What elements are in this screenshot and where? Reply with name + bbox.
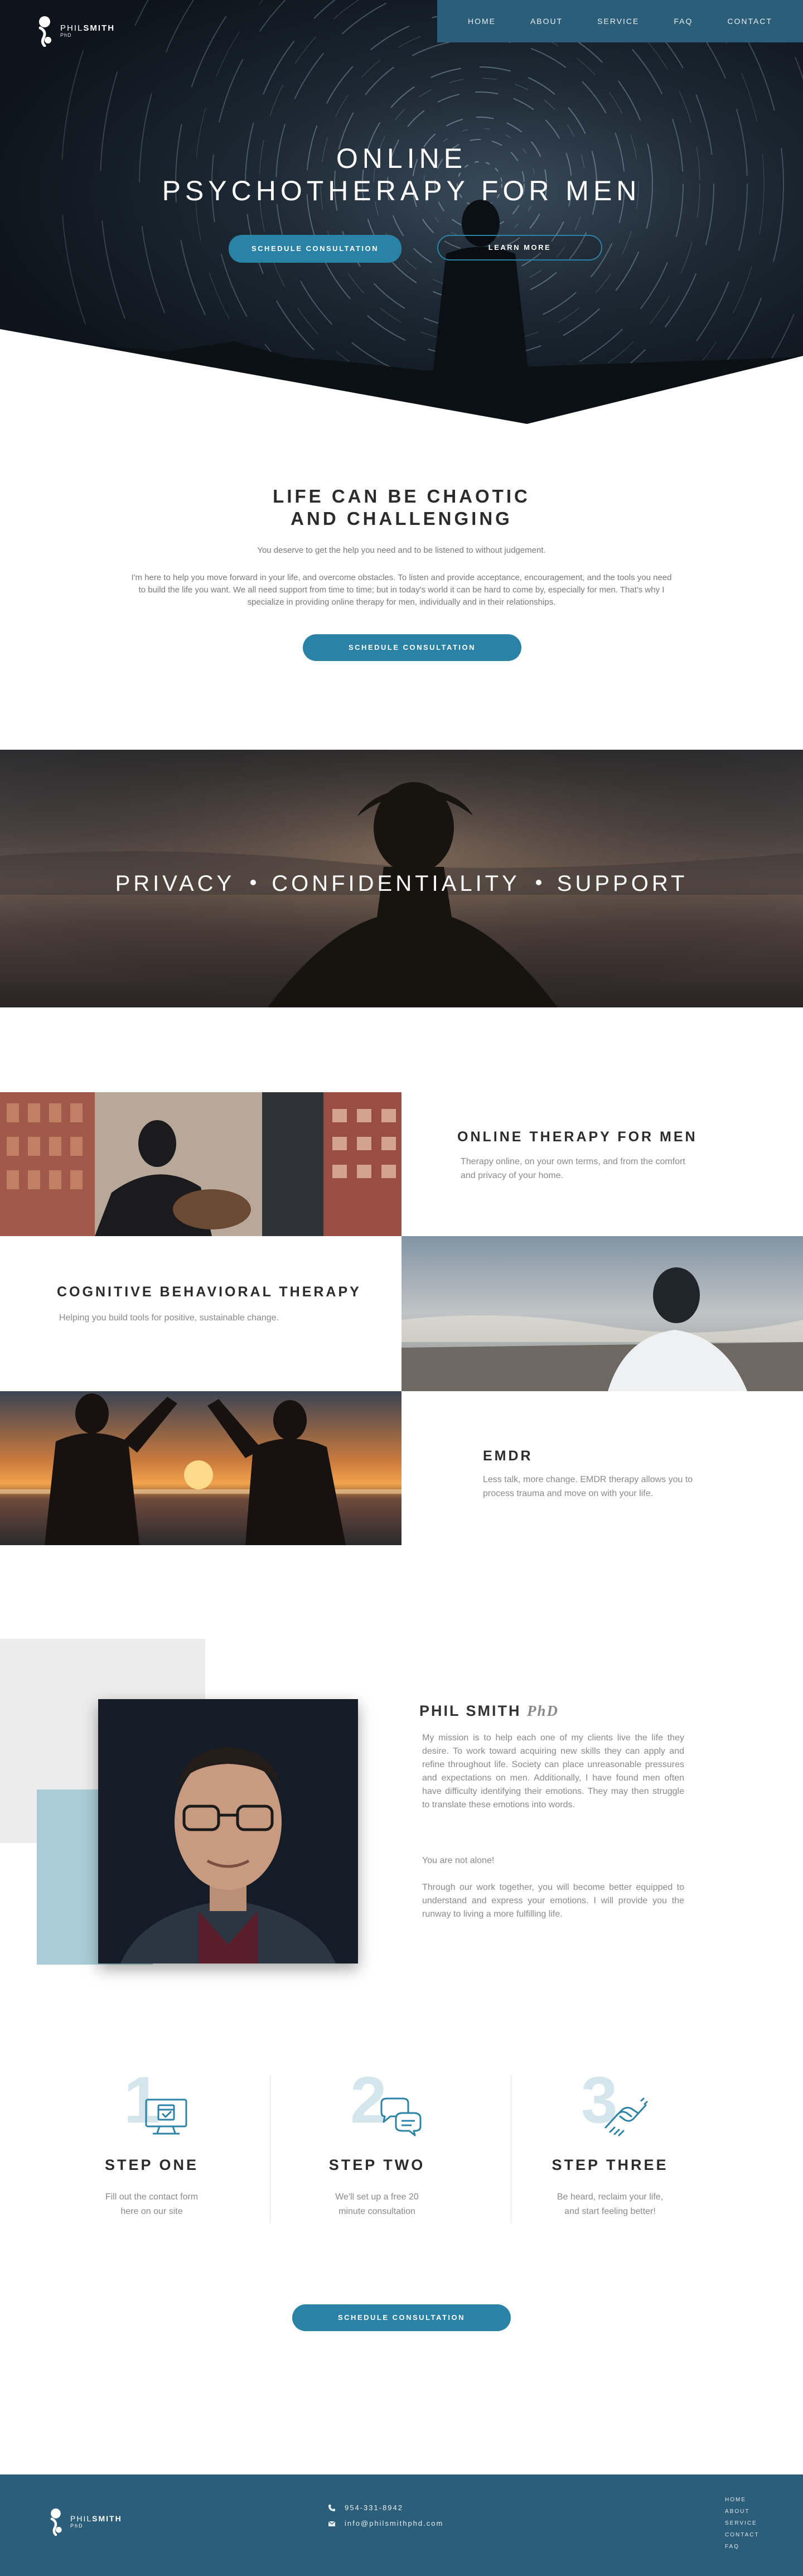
nav-about[interactable]: ABOUT: [530, 17, 563, 26]
handshake-icon: [604, 2097, 648, 2136]
footer-nav-home[interactable]: HOME: [725, 2497, 760, 2503]
service-online-therapy-photo: [0, 1092, 402, 1236]
nav-faq[interactable]: FAQ: [674, 17, 693, 26]
chat-bubbles-icon: [380, 2097, 422, 2136]
logo-wordmark: PHILSMITH PhD: [60, 23, 115, 38]
nav-home[interactable]: HOME: [468, 17, 496, 26]
footer-phone-text: 954-331-8942: [345, 2503, 403, 2512]
step-three-line1: Be heard, reclaim your life,: [557, 2192, 664, 2202]
intro-body: I'm here to help you move forward in you…: [131, 573, 672, 607]
step-two-title: STEP TWO: [328, 2157, 425, 2173]
logo-suffix: PhD: [60, 32, 72, 38]
service-emdr-photo: [0, 1391, 402, 1545]
footer-nav-contact[interactable]: CONTACT: [725, 2532, 760, 2538]
steps-schedule-button[interactable]: SCHEDULE CONSULTATION: [292, 2304, 511, 2331]
step-two-line1: We'll set up a free 20: [335, 2192, 419, 2202]
logo-first-name: PHIL: [60, 23, 84, 33]
hero: PHILSMITH PhD HOME ABOUT SERVICE FAQ CON…: [0, 0, 803, 424]
main-nav: HOME ABOUT SERVICE FAQ CONTACT: [437, 0, 803, 42]
page: PHILSMITH PhD HOME ABOUT SERVICE FAQ CON…: [0, 0, 803, 2576]
footer-nav-faq[interactable]: FAQ: [725, 2544, 760, 2550]
step-three-line2: and start feeling better!: [564, 2207, 656, 2216]
footer-first-name: PHIL: [70, 2514, 93, 2524]
logo-mark-icon: [50, 2509, 62, 2536]
intro-lead: You deserve to get the help you need and…: [257, 546, 546, 555]
footer-nav-service[interactable]: SERVICE: [725, 2520, 760, 2526]
intro-schedule-button[interactable]: SCHEDULE CONSULTATION: [303, 634, 521, 661]
step-three-title: STEP THREE: [552, 2157, 669, 2173]
about-suffix: PhD: [527, 1702, 559, 1719]
bullet-dot: [535, 880, 541, 886]
hero-angle-cut: [0, 329, 803, 424]
about-not-alone: You are not alone!: [422, 1856, 495, 1865]
service-cbt-photo: [402, 1236, 803, 1391]
hero-title-line2: PSYCHOTHERAPY FOR MEN: [162, 175, 641, 206]
logo-last-name: SMITH: [83, 23, 115, 33]
computer-calendar-icon: [145, 2099, 187, 2135]
service-cbt-text: Helping you build tools for positive, su…: [59, 1313, 279, 1323]
footer-logo[interactable]: PHILSMITH PhD: [47, 2506, 122, 2538]
service-online-therapy-title: ONLINE THERAPY FOR MEN: [457, 1129, 698, 1145]
about-name: PHIL SMITH PhD: [419, 1702, 559, 1720]
hero-learn-more-button[interactable]: LEARN MORE: [437, 235, 602, 261]
nav-contact[interactable]: CONTACT: [727, 17, 772, 26]
intro-title-line1: LIFE CAN BE CHAOTIC: [273, 486, 530, 506]
logo[interactable]: PHILSMITH PhD: [35, 16, 115, 47]
therapist-portrait: [98, 1699, 358, 1964]
values-banner-text: PRIVACY CONFIDENTIALITY SUPPORT: [0, 871, 803, 896]
footer: PHILSMITH PhD 954-331-8942 info@philsmit…: [0, 2474, 803, 2576]
step-one: 1 STEP ONE Fill out the contact form here…: [40, 2067, 263, 2226]
step-two-text: We'll set up a free 20 minute consultatio…: [265, 2190, 488, 2219]
step-three: 3 STEP THREE Be heard, reclaim your life…: [499, 2067, 722, 2226]
value-support: SUPPORT: [557, 871, 688, 896]
service-online-therapy-text: Therapy online, on your own terms, and f…: [461, 1157, 685, 1180]
step-two: 2 STEP TWO We'll set up a free 20 minute …: [265, 2067, 488, 2226]
nav-service[interactable]: SERVICE: [597, 17, 639, 26]
footer-phone[interactable]: 954-331-8942: [328, 2503, 403, 2512]
service-emdr-text: Less talk, more change. EMDR therapy all…: [483, 1475, 693, 1498]
step-three-text: Be heard, reclaim your life, and start fe…: [499, 2190, 722, 2219]
footer-email-text: info@philsmithphd.com: [345, 2519, 444, 2527]
footer-nav: HOME ABOUT SERVICE CONTACT FAQ: [725, 2497, 760, 2555]
value-privacy: PRIVACY: [115, 871, 235, 896]
hero-title: ONLINE PSYCHOTHERAPY FOR MEN: [0, 142, 803, 207]
value-confidentiality: CONFIDENTIALITY: [272, 871, 520, 896]
service-cbt-title: COGNITIVE BEHAVIORAL THERAPY: [57, 1284, 361, 1300]
logo-mark-icon: [38, 16, 51, 47]
bullet-dot: [250, 880, 257, 886]
step-one-line2: here on our site: [120, 2207, 183, 2216]
intro-title-line2: AND CHALLENGING: [291, 508, 512, 529]
service-emdr-title: EMDR: [483, 1448, 533, 1464]
step-one-title: STEP ONE: [104, 2157, 199, 2173]
phone-icon: [328, 2504, 335, 2511]
footer-wordmark: PHILSMITH PhD: [70, 2515, 122, 2529]
footer-email[interactable]: info@philsmithphd.com: [328, 2519, 443, 2527]
about-mission: My mission is to help each one of my cli…: [422, 1733, 684, 1810]
step-one-text: Fill out the contact form here on our sit…: [40, 2190, 263, 2219]
about-name-text: PHIL SMITH: [419, 1702, 521, 1719]
step-one-line1: Fill out the contact form: [105, 2192, 199, 2202]
envelope-icon: [328, 2521, 336, 2526]
intro-title: LIFE CAN BE CHAOTIC AND CHALLENGING: [0, 485, 803, 530]
about-closing: Through our work together, you will beco…: [422, 1883, 684, 1919]
footer-last-name: SMITH: [92, 2514, 122, 2524]
footer-suffix: PhD: [70, 2522, 84, 2529]
hero-title-line1: ONLINE: [336, 143, 467, 174]
footer-nav-about[interactable]: ABOUT: [725, 2509, 760, 2515]
hero-schedule-button[interactable]: SCHEDULE CONSULTATION: [229, 235, 402, 263]
step-two-line2: minute consultation: [338, 2207, 415, 2216]
